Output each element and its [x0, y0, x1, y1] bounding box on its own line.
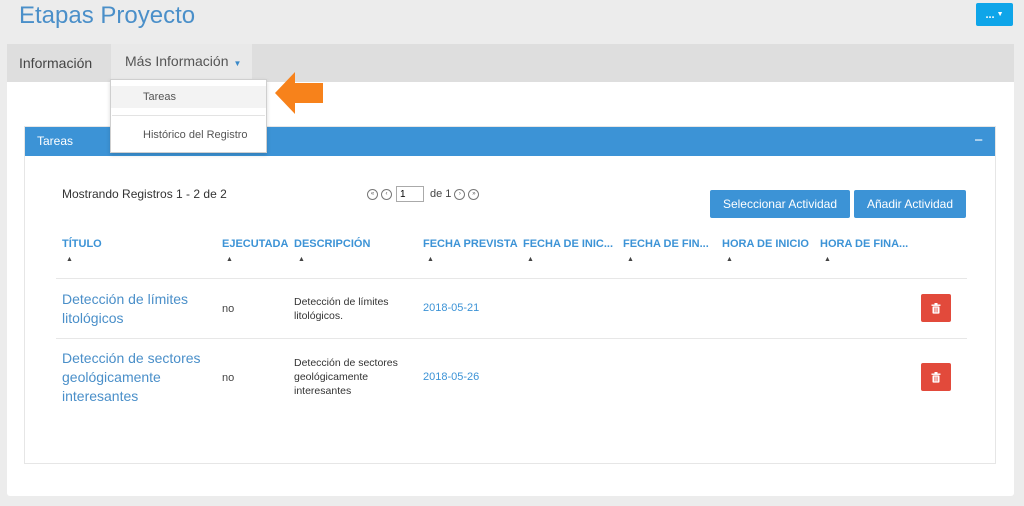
actions-menu-label: ...: [985, 8, 995, 21]
dropdown-divider: [112, 115, 265, 116]
row-2-delete-button[interactable]: [921, 363, 951, 391]
actions-menu-button[interactable]: ... ▼: [976, 3, 1013, 26]
row-2-description: Detección de sectores geológicamente int…: [294, 357, 398, 397]
row-2-planned-date[interactable]: 2018-05-26: [423, 371, 479, 383]
sort-asc-icon[interactable]: ▲: [726, 256, 733, 263]
column-header-hora-inicio[interactable]: HORA DE INICIO: [722, 238, 809, 250]
row-2-executed: no: [222, 372, 235, 384]
page-title: Etapas Proyecto: [19, 2, 196, 29]
dropdown-item-historico[interactable]: Histórico del Registro: [111, 125, 266, 145]
caret-down-icon: ▼: [233, 59, 242, 68]
callout-arrow-icon: [275, 72, 323, 114]
sort-asc-icon[interactable]: ▲: [824, 256, 831, 263]
tab-mas-informacion-label: Más Información: [125, 53, 229, 69]
dropdown-item-tareas[interactable]: Tareas: [111, 86, 266, 108]
tab-mas-informacion[interactable]: Más Información ▼: [111, 44, 252, 80]
last-page-icon[interactable]: »: [468, 188, 480, 200]
trash-icon: [931, 371, 941, 383]
sort-asc-icon[interactable]: ▲: [427, 256, 434, 263]
row-1-title-link[interactable]: Detección de límites litológicos: [62, 290, 202, 328]
prev-page-icon[interactable]: ‹: [381, 188, 392, 200]
sort-asc-icon[interactable]: ▲: [298, 256, 305, 263]
sort-asc-icon[interactable]: ▲: [66, 256, 73, 263]
column-header-ejecutada[interactable]: EJECUTADA: [222, 238, 288, 250]
row-1-executed: no: [222, 303, 235, 315]
pager: « ‹ de 1 › »: [367, 185, 482, 203]
row-1-delete-button[interactable]: [921, 294, 951, 322]
row-2-title-link[interactable]: Detección de sectores geológicamente int…: [62, 349, 202, 406]
row-1-description: Detección de límites litológicos.: [294, 296, 389, 322]
sort-asc-icon[interactable]: ▲: [527, 256, 534, 263]
page-count-label: de 1: [430, 188, 452, 200]
records-info: Mostrando Registros 1 - 2 de 2: [62, 187, 227, 201]
column-header-descripcion[interactable]: DESCRIPCIÓN: [294, 238, 370, 250]
column-header-titulo[interactable]: TÍTULO: [62, 238, 102, 250]
column-header-fecha-inicio[interactable]: FECHA DE INIC...: [523, 238, 613, 250]
table-divider: [56, 278, 967, 279]
page-number-input[interactable]: [396, 186, 424, 202]
trash-icon: [931, 302, 941, 314]
first-page-icon[interactable]: «: [367, 188, 378, 200]
next-page-icon[interactable]: ›: [454, 188, 466, 200]
tareas-panel-title: Tareas: [37, 134, 74, 148]
column-header-fecha-fin[interactable]: FECHA DE FIN...: [623, 238, 709, 250]
tab-informacion[interactable]: Información: [19, 44, 92, 82]
collapse-icon[interactable]: −: [974, 127, 983, 154]
dropdown-item-label: Tareas: [143, 91, 177, 103]
row-1-planned-date[interactable]: 2018-05-21: [423, 302, 479, 314]
column-header-hora-fin[interactable]: HORA DE FINA...: [820, 238, 908, 250]
caret-down-icon: ▼: [996, 11, 1004, 18]
select-activity-button[interactable]: Seleccionar Actividad: [710, 190, 850, 218]
sort-asc-icon[interactable]: ▲: [627, 256, 634, 263]
tab-bar: Información Más Información ▼: [7, 44, 1014, 82]
tareas-panel: Tareas − Mostrando Registros 1 - 2 de 2 …: [24, 126, 996, 464]
dropdown-item-label: Histórico del Registro: [143, 129, 248, 141]
column-header-fecha-prevista[interactable]: FECHA PREVISTA: [423, 238, 518, 250]
sort-asc-icon[interactable]: ▲: [226, 256, 233, 263]
table-row-divider: [56, 338, 967, 339]
mas-informacion-dropdown: Tareas Histórico del Registro: [110, 79, 267, 153]
add-activity-button[interactable]: Añadir Actividad: [854, 190, 966, 218]
